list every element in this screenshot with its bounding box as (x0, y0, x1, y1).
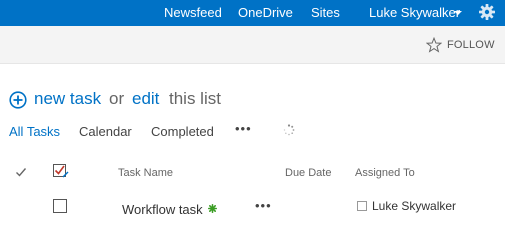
chevron-down-icon[interactable] (454, 11, 462, 15)
edit-checkbox-icon[interactable] (53, 163, 69, 179)
column-header-task-name[interactable]: Task Name (118, 167, 173, 179)
presence-icon (357, 201, 367, 211)
view-tab-calendar[interactable]: Calendar (79, 124, 132, 139)
nav-link-newsfeed[interactable]: Newsfeed (164, 5, 222, 21)
nav-link-sites[interactable]: Sites (311, 5, 340, 21)
checkmark-icon[interactable] (15, 166, 27, 178)
task-name-link[interactable]: Workflow task (122, 202, 203, 217)
gear-icon[interactable] (478, 3, 496, 21)
nav-link-onedrive[interactable]: OneDrive (238, 5, 293, 21)
new-item-icon (208, 204, 217, 213)
add-circle-icon[interactable] (9, 91, 27, 109)
or-text: or (109, 89, 125, 108)
this-list-text: this list (169, 89, 221, 108)
follow-button[interactable]: FOLLOW (447, 39, 495, 51)
suite-bar: Newsfeed OneDrive Sites Luke Skywalker (0, 0, 505, 26)
more-views-button[interactable]: ••• (235, 121, 252, 136)
view-tab-completed[interactable]: Completed (151, 124, 214, 139)
new-task-link[interactable]: new task (34, 89, 101, 109)
column-header-assigned-to[interactable]: Assigned To (355, 167, 415, 179)
star-icon[interactable] (426, 37, 442, 53)
task-row-checkbox[interactable] (53, 199, 67, 213)
column-header-due-date[interactable]: Due Date (285, 167, 331, 179)
view-tab-all-tasks[interactable]: All Tasks (9, 124, 60, 139)
ribbon: FOLLOW (0, 26, 505, 64)
task-row-menu-button[interactable]: ••• (255, 198, 272, 213)
user-menu-name[interactable]: Luke Skywalker (369, 5, 460, 21)
assigned-to-link[interactable]: Luke Skywalker (372, 199, 456, 213)
loading-spinner-icon (283, 124, 295, 136)
edit-list-link[interactable]: edit (132, 89, 159, 109)
